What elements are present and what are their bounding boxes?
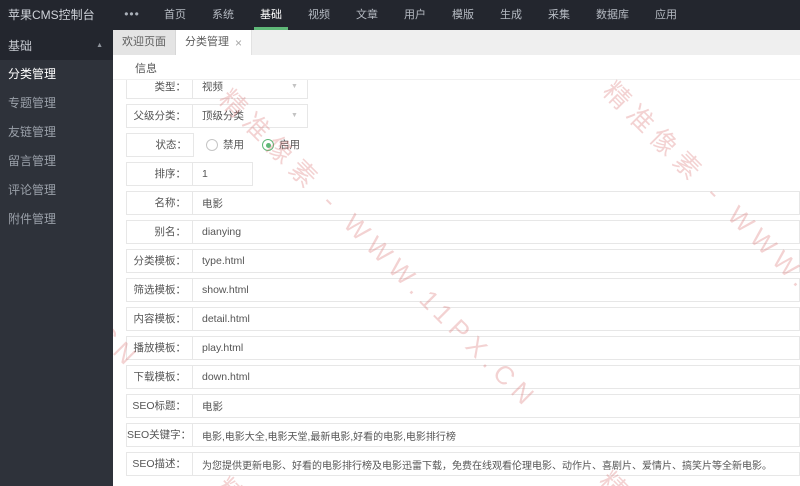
field-label: 内容模板： (127, 308, 193, 330)
filter-template-input[interactable] (193, 279, 799, 301)
panel-title: 信息 (113, 55, 800, 80)
field-label: 类型： (127, 80, 193, 98)
field-label: SEO标题： (127, 395, 193, 417)
download-template-input[interactable] (193, 366, 799, 388)
seo-keywords-box: SEO关键字： (126, 423, 800, 447)
tab-label: 欢迎页面 (122, 36, 166, 48)
radio-label: 启用 (279, 139, 300, 151)
alias-field-box: 别名： (126, 220, 800, 244)
sort-input[interactable] (193, 163, 252, 185)
field-label: 名称： (127, 192, 193, 214)
form-row-content-template: 内容模板： (126, 307, 800, 331)
seo-title-box: SEO标题： (126, 394, 800, 418)
name-input[interactable] (193, 192, 799, 214)
field-label: 分类模板： (127, 250, 193, 272)
play-template-input[interactable] (193, 337, 799, 359)
nav-item-generate[interactable]: 生成 (487, 0, 535, 30)
topbar: 苹果CMS控制台 ••• 首页 系统 基础 视频 文章 用户 模版 生成 采集 … (0, 0, 800, 30)
select-value: 视频 (202, 81, 223, 93)
nav-item-template[interactable]: 模版 (439, 0, 487, 30)
nav-item-article[interactable]: 文章 (343, 0, 391, 30)
radio-label: 禁用 (223, 139, 244, 151)
tab-category-manage[interactable]: 分类管理 × (176, 30, 253, 55)
form-row-sort: 排序： (126, 162, 800, 186)
form-row-alias: 别名： (126, 220, 800, 244)
admin-console-screen: 苹果CMS控制台 ••• 首页 系统 基础 视频 文章 用户 模版 生成 采集 … (0, 0, 800, 486)
tabbar: 欢迎页面 分类管理 × (113, 30, 800, 55)
category-template-box: 分类模板： (126, 249, 800, 273)
seo-keywords-input[interactable] (193, 424, 799, 446)
radio-status-enabled[interactable]: 启用 (262, 133, 300, 157)
body-row: 基础 ▲ 分类管理 专题管理 友链管理 留言管理 评论管理 附件管理 欢迎页面 … (0, 30, 800, 486)
sidebar-item-topic-manage[interactable]: 专题管理 (0, 89, 113, 118)
nav-item-app[interactable]: 应用 (642, 0, 690, 30)
field-label: 父级分类： (127, 105, 193, 127)
alias-input[interactable] (193, 221, 799, 243)
seo-title-input[interactable] (193, 395, 799, 417)
download-template-box: 下载模板： (126, 365, 800, 389)
sidebar: 基础 ▲ 分类管理 专题管理 友链管理 留言管理 评论管理 附件管理 (0, 30, 113, 486)
filter-template-box: 筛选模板： (126, 278, 800, 302)
sort-field-box: 排序： (126, 162, 253, 186)
sidebar-group-label: 基础 (8, 38, 33, 53)
select-value: 顶级分类 (202, 110, 244, 122)
tab-welcome[interactable]: 欢迎页面 (113, 30, 176, 55)
top-nav: 首页 系统 基础 视频 文章 用户 模版 生成 采集 数据库 应用 (151, 0, 690, 30)
form-row-seo-description: SEO描述： (126, 452, 800, 476)
nav-item-user[interactable]: 用户 (391, 0, 439, 30)
nav-item-video[interactable]: 视频 (295, 0, 343, 30)
form-row-seo-keywords: SEO关键字： (126, 423, 800, 447)
chevron-down-icon: ▼ (291, 112, 298, 119)
form-row-status: 状态： 禁用 启用 (126, 133, 800, 157)
radio-unchecked-icon (206, 139, 218, 151)
form-row-play-template: 播放模板： (126, 336, 800, 360)
nav-item-system[interactable]: 系统 (199, 0, 247, 30)
field-label: 筛选模板： (127, 279, 193, 301)
tab-label: 分类管理 (185, 36, 229, 48)
chevron-up-icon: ▲ (96, 41, 103, 49)
content-template-box: 内容模板： (126, 307, 800, 331)
field-label: 下载模板： (127, 366, 193, 388)
sidebar-group-basic[interactable]: 基础 ▲ (0, 30, 113, 60)
nav-item-collect[interactable]: 采集 (535, 0, 583, 30)
form-row-download-template: 下载模板： (126, 365, 800, 389)
radio-status-disabled[interactable]: 禁用 (206, 133, 244, 157)
play-template-box: 播放模板： (126, 336, 800, 360)
field-label: 状态： (155, 139, 188, 151)
app-logo: 苹果CMS控制台 (8, 8, 95, 22)
form-row-parent-category: 父级分类： 顶级分类 ▼ (126, 104, 800, 128)
sidebar-item-message-manage[interactable]: 留言管理 (0, 147, 113, 176)
field-label: SEO关键字： (127, 424, 193, 446)
main-content: 欢迎页面 分类管理 × 信息 类型： 视频 ▼ 父级分类： 顶级分类 ▼ 状态：… (113, 30, 800, 486)
name-field-box: 名称： (126, 191, 800, 215)
sidebar-item-friendlink-manage[interactable]: 友链管理 (0, 118, 113, 147)
field-label: SEO描述： (127, 453, 193, 475)
status-label-box: 状态： (126, 133, 194, 157)
type-select[interactable]: 类型： 视频 ▼ (126, 80, 308, 99)
field-label: 排序： (127, 163, 193, 185)
content-template-input[interactable] (193, 308, 799, 330)
parent-category-select[interactable]: 父级分类： 顶级分类 ▼ (126, 104, 308, 128)
seo-description-input[interactable] (193, 453, 799, 475)
field-label: 别名： (127, 221, 193, 243)
sidebar-item-comment-manage[interactable]: 评论管理 (0, 176, 113, 205)
chevron-down-icon: ▼ (291, 83, 298, 90)
nav-item-home[interactable]: 首页 (151, 0, 199, 30)
form-row-seo-title: SEO标题： (126, 394, 800, 418)
sidebar-item-category-manage[interactable]: 分类管理 (0, 60, 113, 89)
seo-description-box: SEO描述： (126, 452, 800, 476)
form-row-type: 类型： 视频 ▼ (126, 80, 800, 99)
form-row-filter-template: 筛选模板： (126, 278, 800, 302)
field-label: 播放模板： (127, 337, 193, 359)
nav-item-database[interactable]: 数据库 (583, 0, 642, 30)
more-menu-icon[interactable]: ••• (113, 0, 151, 30)
category-template-input[interactable] (193, 250, 799, 272)
close-icon[interactable]: × (235, 37, 242, 49)
sidebar-item-attachment-manage[interactable]: 附件管理 (0, 205, 113, 234)
nav-item-basic[interactable]: 基础 (247, 0, 295, 30)
category-form: 类型： 视频 ▼ 父级分类： 顶级分类 ▼ 状态： 禁用 启用 排序： 1 名称… (113, 80, 800, 486)
form-row-category-template: 分类模板： (126, 249, 800, 273)
form-row-name: 名称： (126, 191, 800, 215)
radio-checked-icon (262, 139, 274, 151)
